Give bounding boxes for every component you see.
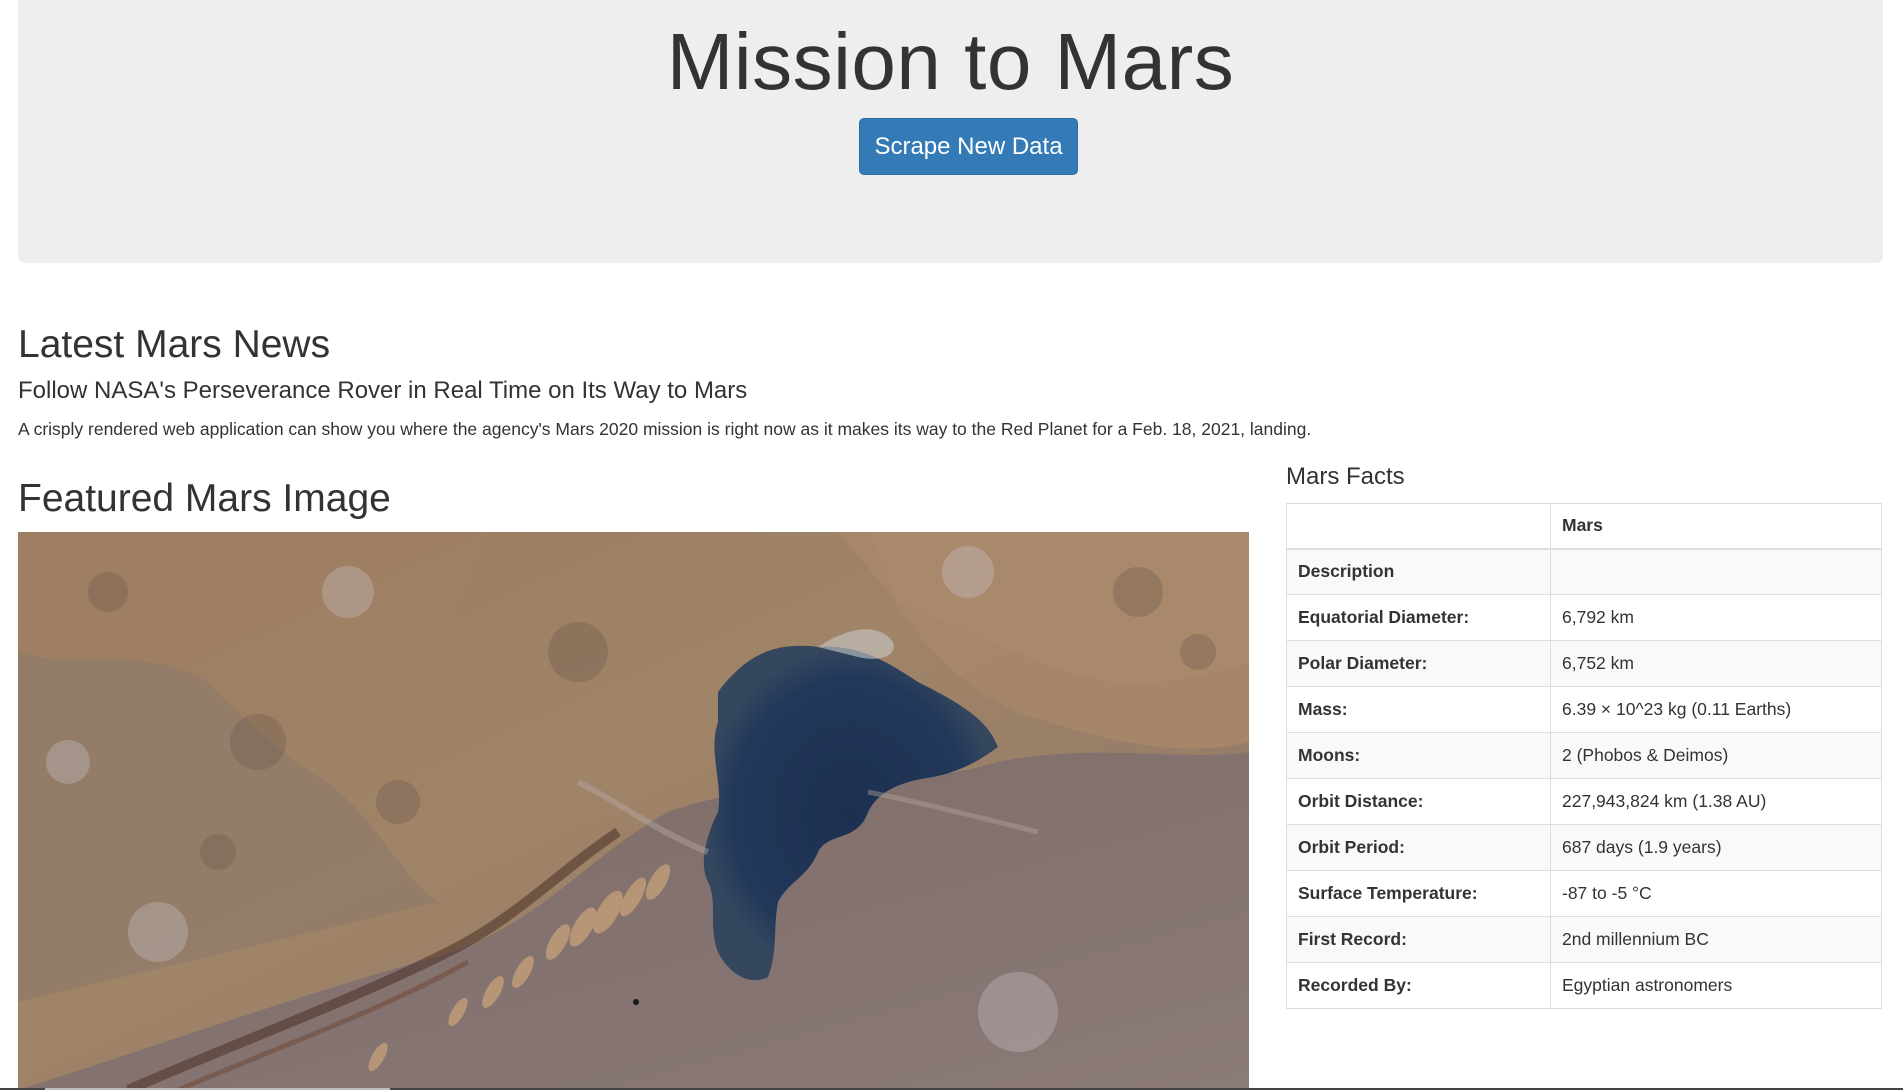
row-value: 6.39 × 10^23 kg (0.11 Earths)	[1550, 686, 1882, 733]
row-value: 2 (Phobos & Deimos)	[1550, 732, 1882, 779]
row-label: Recorded By:	[1286, 962, 1551, 1009]
scrape-new-data-button[interactable]: Scrape New Data	[859, 118, 1078, 175]
table-row: Polar Diameter: 6,752 km	[1286, 640, 1882, 687]
row-value	[1550, 548, 1882, 595]
row-label: Moons:	[1286, 732, 1551, 779]
table-row: Surface Temperature: -87 to -5 °C	[1286, 870, 1882, 917]
news-title: Follow NASA's Perseverance Rover in Real…	[18, 377, 748, 404]
column-header-mars: Mars	[1550, 503, 1882, 550]
row-label: Description	[1286, 548, 1551, 595]
row-value: -87 to -5 °C	[1550, 870, 1882, 917]
table-row: Description	[1286, 548, 1882, 595]
table-row: Orbit Distance: 227,943,824 km (1.38 AU)	[1286, 778, 1882, 825]
column-header-blank	[1286, 503, 1551, 550]
news-paragraph: A crisply rendered web application can s…	[18, 419, 1312, 439]
row-label: Mass:	[1286, 686, 1551, 733]
row-value: 227,943,824 km (1.38 AU)	[1550, 778, 1882, 825]
row-value: 6,792 km	[1550, 594, 1882, 641]
row-label: Orbit Period:	[1286, 824, 1551, 871]
page-title: Mission to Mars	[666, 17, 1235, 106]
table-row: Moons: 2 (Phobos & Deimos)	[1286, 732, 1882, 779]
table-row: Orbit Period: 687 days (1.9 years)	[1286, 824, 1882, 871]
table-row: Equatorial Diameter: 6,792 km	[1286, 594, 1882, 641]
mars-facts-heading: Mars Facts	[1286, 463, 1405, 490]
mars-facts-table: Mars Description Equatorial Diameter: 6,…	[1286, 503, 1882, 1009]
row-label: Equatorial Diameter:	[1286, 594, 1551, 641]
jumbotron-header: Mission to Mars Scrape New Data	[18, 0, 1883, 263]
latest-news-heading: Latest Mars News	[18, 323, 331, 366]
table-row: Mass: 6.39 × 10^23 kg (0.11 Earths)	[1286, 686, 1882, 733]
row-value: 6,752 km	[1550, 640, 1882, 687]
table-row: Recorded By: Egyptian astronomers	[1286, 962, 1882, 1009]
featured-mars-image[interactable]	[18, 532, 1249, 1090]
table-header-row: Mars	[1286, 503, 1882, 550]
row-label: Orbit Distance:	[1286, 778, 1551, 825]
row-value: 687 days (1.9 years)	[1550, 824, 1882, 871]
row-label: Polar Diameter:	[1286, 640, 1551, 687]
row-label: First Record:	[1286, 916, 1551, 963]
row-label: Surface Temperature:	[1286, 870, 1551, 917]
row-value: Egyptian astronomers	[1550, 962, 1882, 1009]
row-value: 2nd millennium BC	[1550, 916, 1882, 963]
featured-image-heading: Featured Mars Image	[18, 477, 391, 520]
table-row: First Record: 2nd millennium BC	[1286, 916, 1882, 963]
